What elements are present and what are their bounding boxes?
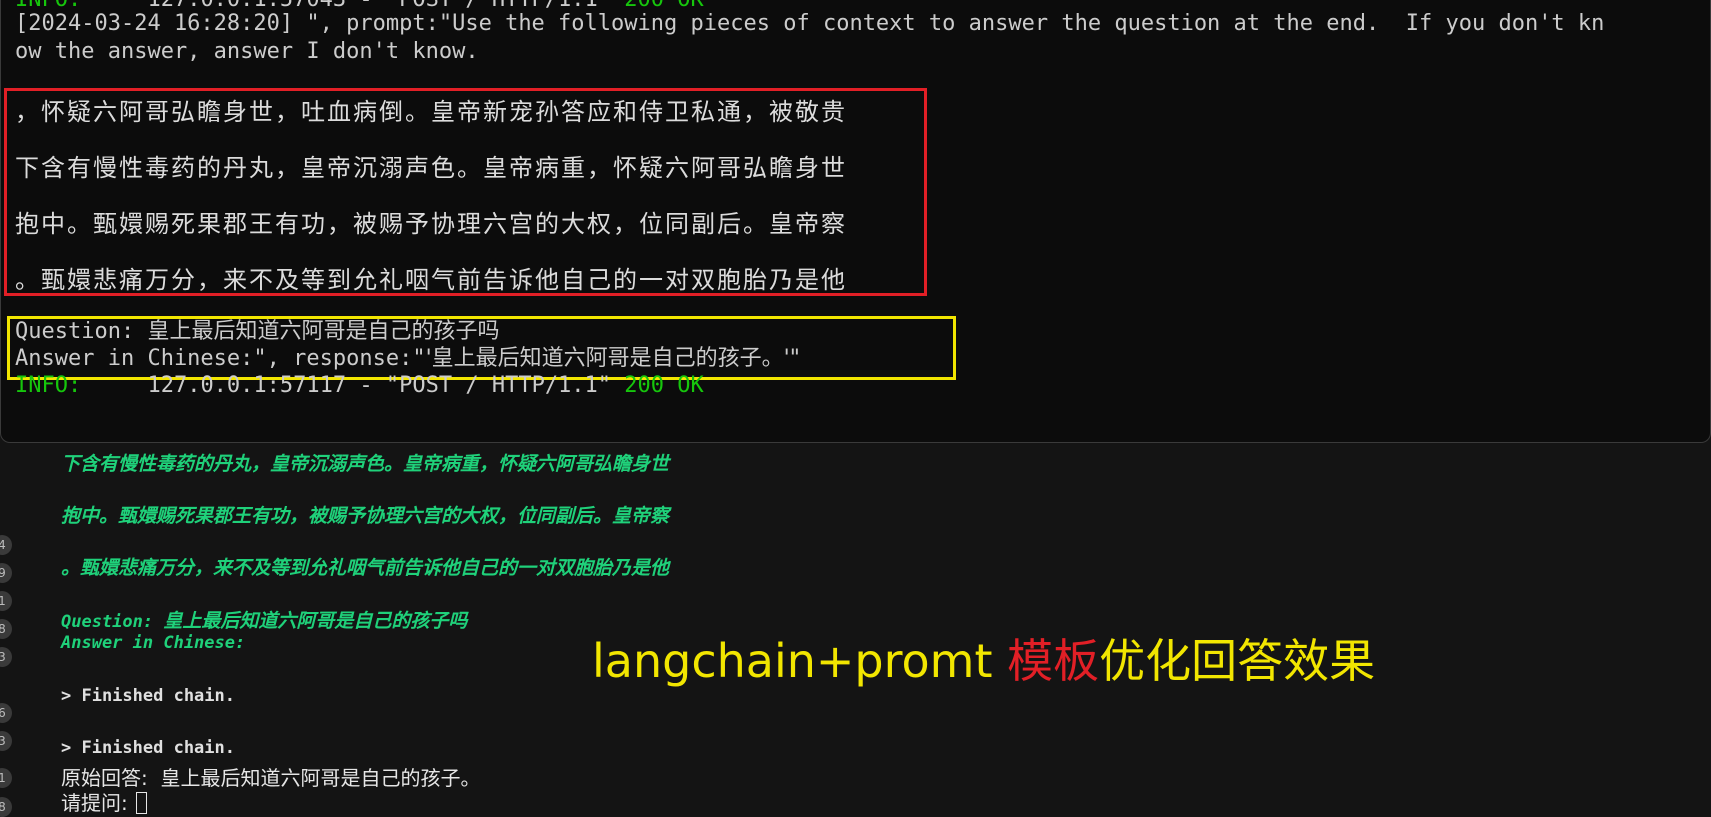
line-number-badge: 8 (0, 619, 12, 639)
answer-label-line: Answer in Chinese: (61, 633, 246, 653)
answer-line: Answer in Chinese:", response:"'皇上最后知道六阿… (15, 346, 800, 371)
context-line: 。甄嬛悲痛万分，来不及等到允礼咽气前告诉他自己的一对双胞胎乃是他 (15, 266, 847, 294)
context-line: 下含有慢性毒药的丹丸，皇帝沉溺声色。皇帝病重，怀疑六阿哥弘瞻身世 (15, 154, 847, 182)
context-line: 下含有慢性毒药的丹丸，皇帝沉溺声色。皇帝病重，怀疑六阿哥弘瞻身世 (61, 453, 670, 475)
log-line-prompt: [2024-03-24 16:28:20] ", prompt:"Use the… (15, 11, 1605, 36)
context-line: 抱中。甄嬛赐死果郡王有功，被赐予协理六宫的大权，位同副后。皇帝察 (15, 210, 847, 238)
question-line: Question: 皇上最后知道六阿哥是自己的孩子吗 (61, 610, 468, 632)
info-log-line: INFO: 127.0.0.1:57117 - "POST / HTTP/1.1… (15, 373, 704, 398)
line-number-badge: 3 (0, 647, 12, 667)
screen: INFO: 127.0.0.1:57043 - "POST / HTTP/1.1… (0, 0, 1711, 817)
question-line: Question: 皇上最后知道六阿哥是自己的孩子吗 (15, 319, 500, 344)
caption-title: langchain+promt 模板优化回答效果 (592, 634, 1376, 688)
line-number-badge: 1 (0, 591, 12, 611)
line-number-badge: 6 (0, 703, 12, 723)
line-number-badge: 4 (0, 535, 12, 555)
line-number-badge: 8 (0, 797, 12, 817)
line-number-badge: 3 (0, 731, 12, 751)
context-line: 抱中。甄嬛赐死果郡王有功，被赐予协理六宫的大权，位同副后。皇帝察 (61, 505, 670, 527)
text-cursor (136, 792, 148, 814)
finished-chain-line: > Finished chain. (61, 738, 235, 758)
line-number-badge: 9 (0, 563, 12, 583)
context-line: 。甄嬛悲痛万分，来不及等到允礼咽气前告诉他自己的一对双胞胎乃是他 (61, 557, 670, 579)
context-line: ，怀疑六阿哥弘瞻身世，吐血病倒。皇帝新宠孙答应和侍卫私通，被敬贵 (15, 98, 847, 126)
terminal-window[interactable]: INFO: 127.0.0.1:57043 - "POST / HTTP/1.1… (0, 0, 1711, 443)
prompt-input-line[interactable]: 请提问: (61, 787, 148, 816)
finished-chain-line: > Finished chain. (61, 686, 235, 706)
line-number-badge: 1 (0, 768, 12, 788)
log-line-prompt-cont: ow the answer, answer I don't know. (15, 39, 479, 64)
